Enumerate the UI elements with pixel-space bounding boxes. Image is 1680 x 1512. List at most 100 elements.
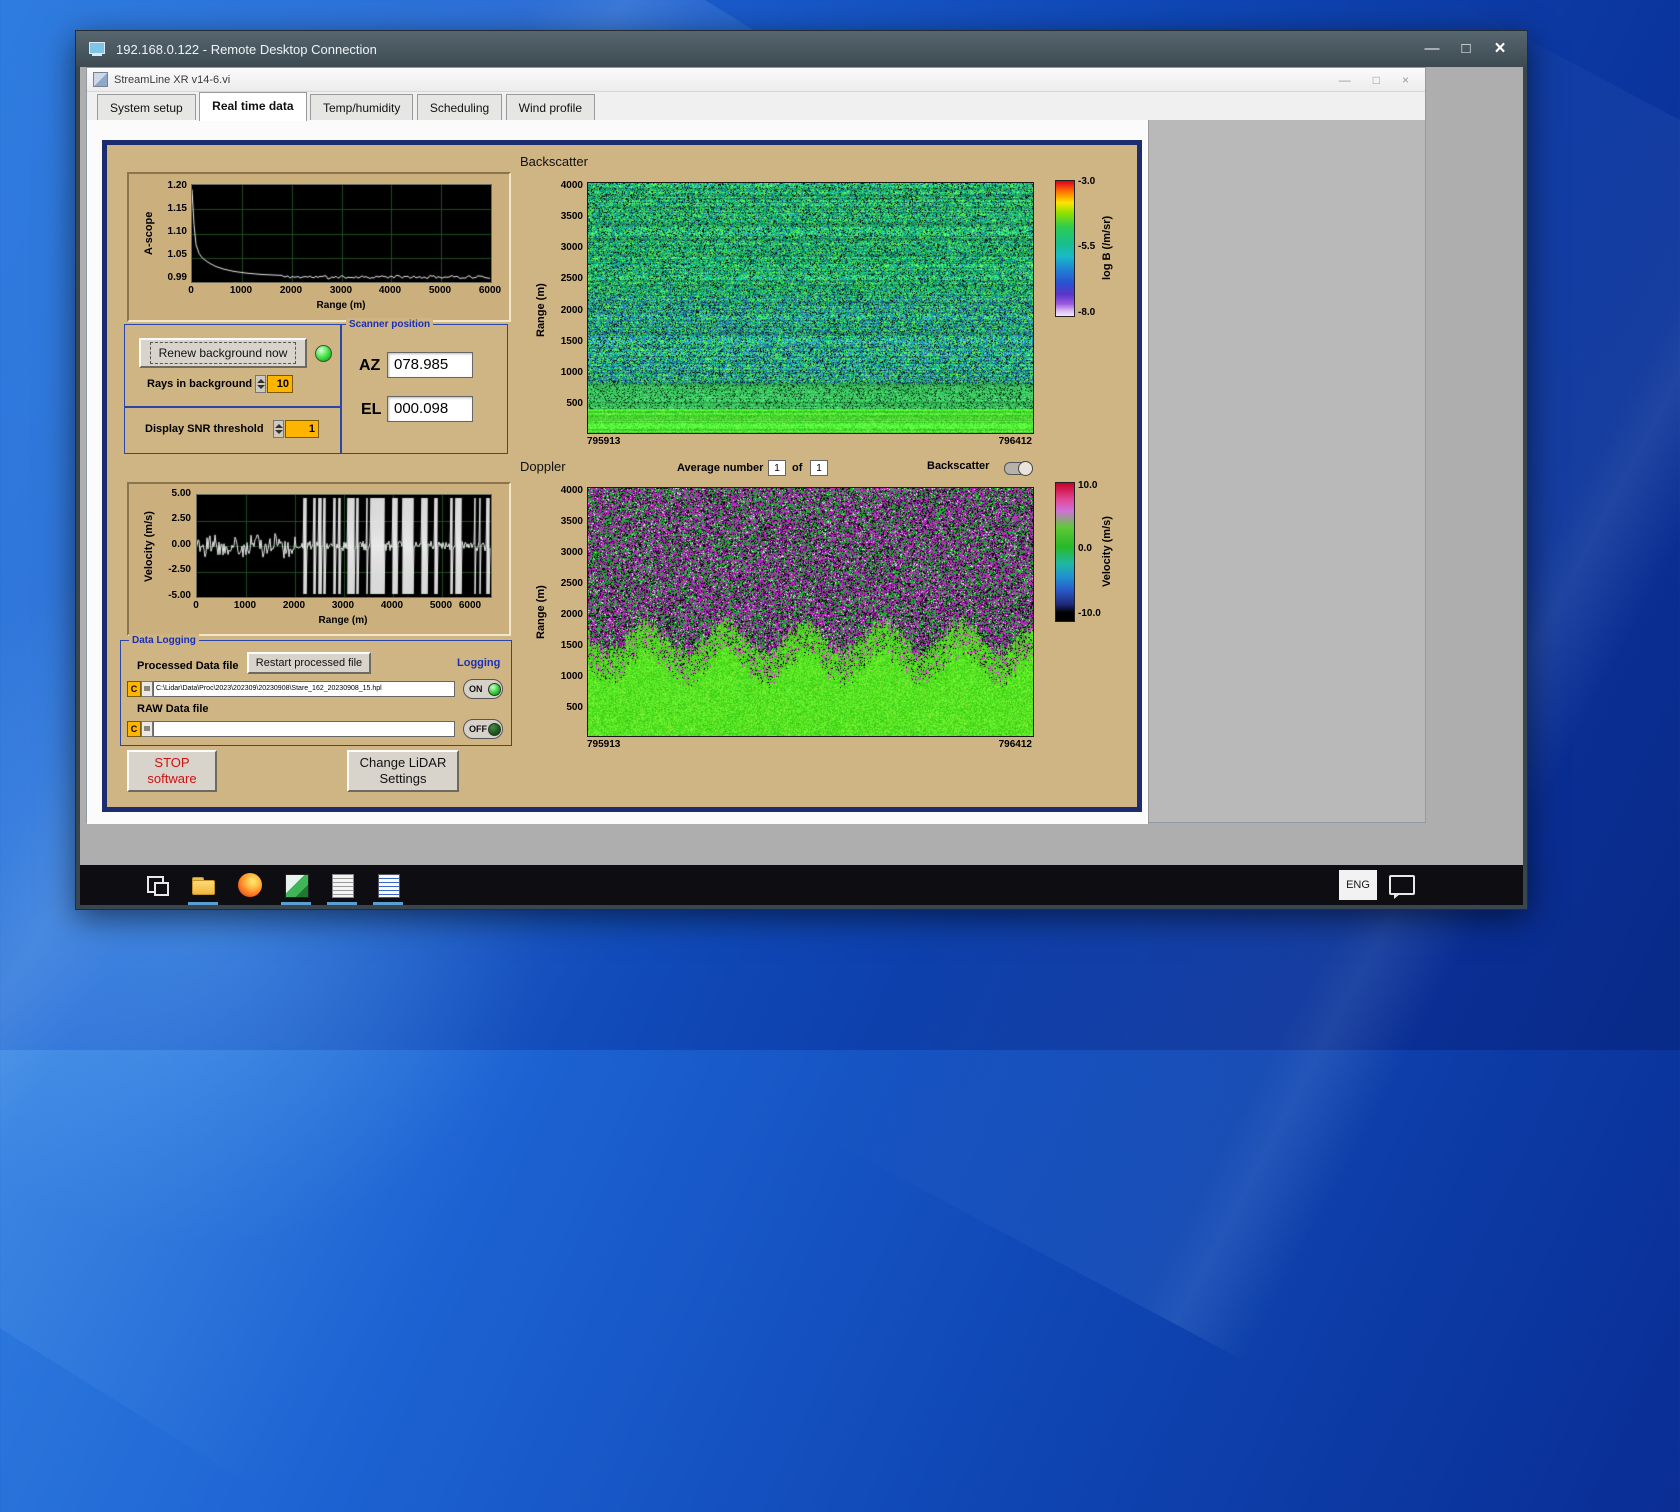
backscatter-ylabel: Range (m) — [535, 283, 547, 337]
axis-tick: 2500 — [560, 578, 583, 589]
scan-scheduler-icon[interactable] — [328, 871, 356, 899]
axis-tick: 4000 — [560, 485, 583, 496]
axis-tick: 2000 — [560, 609, 583, 620]
axis-tick: 1000 — [560, 367, 583, 378]
colorbar-tick: 10.0 — [1078, 480, 1098, 491]
processed-data-file-label: Processed Data file — [137, 660, 239, 672]
taskbar-active-indicator — [327, 902, 357, 905]
az-label: AZ — [359, 357, 381, 374]
rdp-minimize-button[interactable]: — — [1417, 37, 1447, 61]
el-field[interactable]: 000.098 — [387, 396, 473, 422]
raw-logging-toggle[interactable]: OFF — [463, 719, 503, 739]
rays-label: Rays in background — [147, 378, 253, 390]
app-restore-button[interactable]: □ — [1373, 69, 1380, 91]
ascope-plot — [191, 184, 492, 283]
remote-desktop: StreamLine XR v14-6.vi — □ × System setu… — [80, 67, 1523, 905]
snr-spinner[interactable] — [273, 420, 284, 438]
axis-tick: 3000 — [329, 285, 353, 296]
processed-logging-toggle[interactable]: ON — [463, 679, 503, 699]
remote-desktop-icon — [88, 41, 106, 57]
rdp-titlebar[interactable]: 192.168.0.122 - Remote Desktop Connectio… — [76, 31, 1527, 67]
processed-browse-icon[interactable] — [141, 681, 153, 697]
backscatter-heatmap — [587, 182, 1034, 434]
axis-tick: 6000 — [478, 285, 502, 296]
data-logging-title: Data Logging — [129, 634, 199, 647]
snr-value[interactable]: 1 — [285, 420, 319, 438]
file-explorer-icon[interactable] — [189, 871, 217, 899]
rdp-close-button[interactable]: × — [1485, 37, 1515, 61]
streamline-titlebar[interactable]: StreamLine XR v14-6.vi — □ × — [87, 68, 1425, 92]
change-lidar-settings-button[interactable]: Change LiDAR Settings — [347, 750, 459, 792]
axis-tick: 3500 — [560, 516, 583, 527]
ascope-plot-group: A-scope 1.20 1.15 1.10 1.05 0.99 0 1000 … — [127, 172, 511, 322]
snr-label: Display SNR threshold — [145, 423, 264, 435]
axis-tick: 5000 — [428, 285, 452, 296]
restart-processed-file-button[interactable]: Restart processed file — [247, 652, 371, 674]
tab-real-time-data[interactable]: Real time data — [199, 92, 307, 121]
axis-tick: 1.15 — [167, 203, 187, 214]
tab-system-setup[interactable]: System setup — [97, 94, 196, 121]
notification-icon[interactable] — [1389, 875, 1415, 899]
tab-scheduling[interactable]: Scheduling — [416, 94, 503, 121]
scanner-position-group: Scanner position AZ 078.985 EL 000.098 — [340, 318, 508, 454]
rays-value[interactable]: 10 — [267, 375, 293, 393]
stop-line1: STOP — [154, 755, 190, 770]
lidar-panel: A-scope 1.20 1.15 1.10 1.05 0.99 0 1000 … — [102, 140, 1142, 812]
axis-tick: 500 — [566, 398, 583, 409]
axis-tick: 1500 — [560, 640, 583, 651]
el-label: EL — [361, 401, 382, 418]
processed-drive-box[interactable]: C — [127, 681, 141, 697]
rdp-maximize-button[interactable]: □ — [1451, 37, 1481, 61]
backscatter-colorbar-label: log B (/m/sr) — [1101, 215, 1113, 281]
notes-app-icon[interactable] — [374, 871, 402, 899]
streamline-window: StreamLine XR v14-6.vi — □ × System setu… — [86, 67, 1426, 824]
axis-tick: 3000 — [560, 547, 583, 558]
streamline-title: StreamLine XR v14-6.vi — [114, 73, 231, 86]
taskbar-active-indicator — [281, 902, 311, 905]
rays-spinner[interactable] — [255, 375, 266, 393]
axis-tick: 3500 — [560, 211, 583, 222]
backscatter-time-start: 795913 — [587, 436, 621, 447]
raw-drive-box[interactable]: C — [127, 721, 141, 737]
stop-software-button[interactable]: STOP software — [127, 750, 217, 792]
raw-path-field[interactable] — [153, 721, 455, 737]
app-window-icon[interactable] — [282, 871, 310, 899]
axis-tick: 1000 — [229, 285, 253, 296]
axis-tick: 0.00 — [171, 539, 191, 550]
backscatter-time-end: 796412 — [998, 436, 1032, 447]
backscatter-toggle[interactable] — [1004, 461, 1033, 476]
scanner-position-title: Scanner position — [346, 318, 434, 331]
doppler-colorbar — [1055, 482, 1075, 622]
axis-tick: 3000 — [331, 600, 355, 611]
backscatter-colorbar — [1055, 180, 1075, 317]
on-label: ON — [469, 684, 483, 694]
tab-temp-humidity[interactable]: Temp/humidity — [309, 94, 414, 121]
tab-wind-profile[interactable]: Wind profile — [505, 94, 596, 121]
average-number-total[interactable]: 1 — [810, 460, 828, 476]
rdp-window: 192.168.0.122 - Remote Desktop Connectio… — [75, 30, 1528, 910]
task-view-icon[interactable] — [143, 871, 171, 899]
axis-tick: 2500 — [560, 273, 583, 284]
toggle-led-icon — [488, 722, 501, 736]
app-minimize-button[interactable]: — — [1339, 69, 1351, 91]
axis-tick: 1500 — [560, 336, 583, 347]
change-line1: Change LiDAR — [359, 755, 447, 770]
axis-tick: 1000 — [560, 671, 583, 682]
axis-tick: 1.20 — [167, 180, 187, 191]
raw-browse-icon[interactable] — [141, 721, 153, 737]
az-field[interactable]: 078.985 — [387, 352, 473, 378]
snr-group: Display SNR threshold 1 — [124, 406, 342, 454]
average-number-value[interactable]: 1 — [768, 460, 786, 476]
doppler-heatmap — [587, 487, 1034, 737]
axis-tick: 4000 — [380, 600, 404, 611]
axis-tick: 500 — [566, 702, 583, 713]
firefox-icon[interactable] — [236, 871, 264, 899]
language-button[interactable]: ENG — [1339, 870, 1377, 900]
doppler-title: Doppler — [520, 459, 566, 474]
velocity-canvas — [197, 495, 491, 597]
colorbar-tick: -10.0 — [1078, 608, 1101, 619]
processed-path-field[interactable]: C:\Lidar\Data\Proc\2023\202309\20230908\… — [153, 681, 455, 697]
app-close-button[interactable]: × — [1402, 69, 1409, 91]
axis-tick: 0.99 — [167, 272, 187, 283]
renew-background-button[interactable]: Renew background now — [139, 338, 307, 368]
